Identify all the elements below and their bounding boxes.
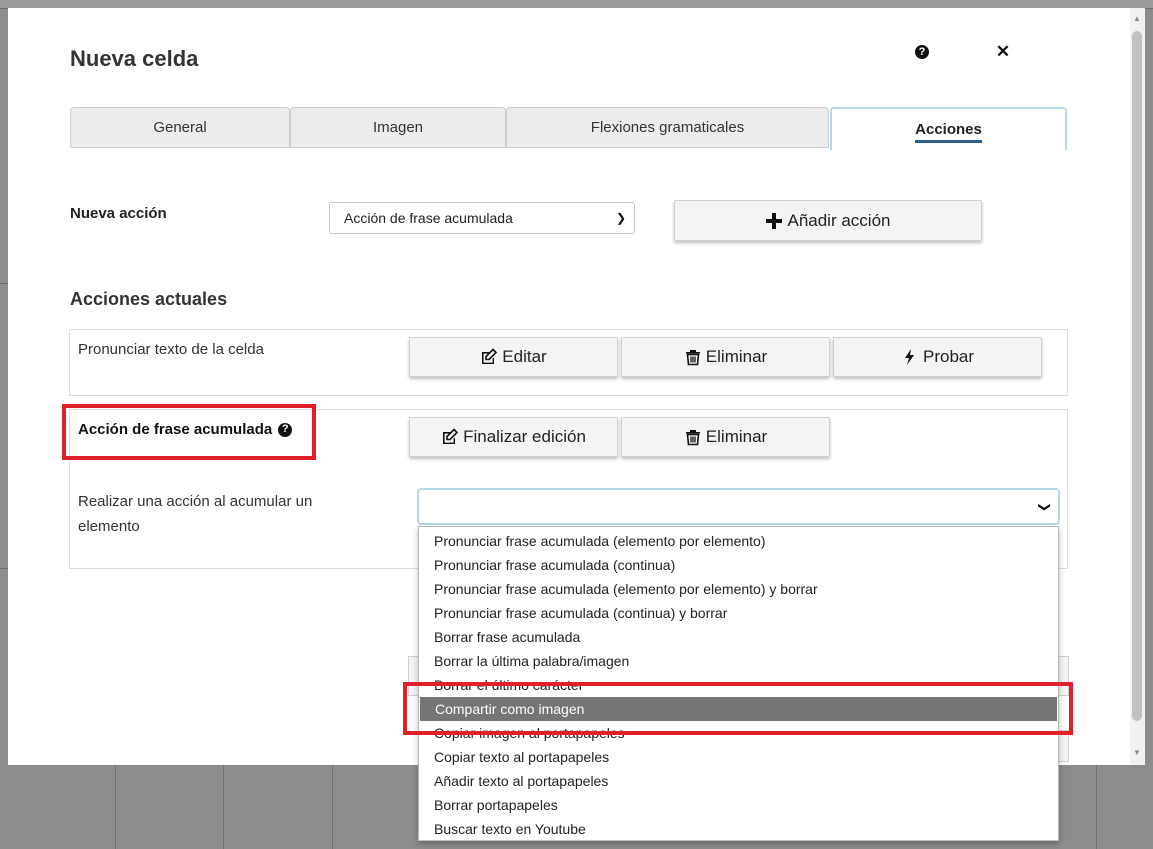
edit-icon <box>443 428 459 444</box>
background-grid-line <box>332 765 333 849</box>
tab-acciones[interactable]: Acciones <box>830 107 1067 150</box>
add-action-label: Añadir acción <box>787 210 891 230</box>
chevron-down-icon: ❯ <box>615 211 626 225</box>
action-name: Pronunciar texto de la celda <box>78 341 264 358</box>
new-action-select-value: Acción de frase acumulada <box>344 210 513 226</box>
dropdown-option[interactable]: Pronunciar frase acumulada (continua) <box>419 553 1058 577</box>
scrollbar-thumb[interactable] <box>1132 31 1142 721</box>
test-button[interactable]: Probar <box>833 337 1042 377</box>
new-action-select[interactable]: Acción de frase acumulada ❯ <box>329 202 635 234</box>
tab-label: Flexiones gramaticales <box>590 119 745 136</box>
close-button[interactable]: ✕ <box>992 41 1014 63</box>
trash-icon <box>685 430 700 446</box>
dropdown-option[interactable]: Buscar texto en Youtube <box>419 817 1058 841</box>
tab-flexiones-gramaticales[interactable]: Flexiones gramaticales <box>506 107 829 148</box>
tab-imagen[interactable]: Imagen <box>290 107 506 148</box>
finish-editing-button[interactable]: Finalizar edición <box>409 417 618 457</box>
plus-icon <box>766 212 783 229</box>
tab-label: Acciones <box>915 121 982 143</box>
finish-editing-label: Finalizar edición <box>463 427 586 446</box>
tab-label: General <box>153 119 207 136</box>
accumulate-action-select[interactable]: ❯ <box>417 488 1060 525</box>
dropdown-option[interactable]: Borrar portapapeles <box>419 793 1058 817</box>
close-icon: ✕ <box>995 42 1011 61</box>
highlight-box <box>403 682 1073 735</box>
background-grid-line <box>115 765 116 849</box>
delete-button[interactable]: Eliminar <box>621 417 830 457</box>
current-actions-title: Acciones actuales <box>70 289 228 309</box>
scroll-up-icon[interactable]: ▲ <box>1132 14 1142 24</box>
background-grid-line <box>0 568 8 569</box>
highlight-box <box>62 404 316 460</box>
bolt-icon <box>904 349 914 365</box>
dropdown-option[interactable]: Borrar frase acumulada <box>419 625 1058 649</box>
delete-label: Eliminar <box>705 427 768 446</box>
tab-bar: General Imagen Flexiones gramaticales Ac… <box>70 107 1067 150</box>
add-action-button[interactable]: Añadir acción <box>674 200 982 241</box>
edit-button[interactable]: Editar <box>409 337 618 377</box>
new-action-label: Nueva acción <box>70 205 167 222</box>
test-label: Probar <box>922 347 975 366</box>
dialog-title: Nueva celda <box>70 46 199 71</box>
delete-button[interactable]: Eliminar <box>621 337 830 377</box>
tab-general[interactable]: General <box>70 107 290 148</box>
scroll-down-icon[interactable]: ▼ <box>1132 748 1142 758</box>
dropdown-option[interactable]: Copiar texto al portapapeles <box>419 745 1058 769</box>
help-button[interactable]: ? <box>911 41 933 63</box>
background-grid-line <box>1096 765 1097 849</box>
trash-icon <box>685 350 700 366</box>
edit-label: Editar <box>502 347 547 366</box>
background-grid-line <box>0 283 8 284</box>
dropdown-option[interactable]: Añadir texto al portapapeles <box>419 769 1058 793</box>
dropdown-option[interactable]: Borrar la última palabra/imagen <box>419 649 1058 673</box>
delete-label: Eliminar <box>705 347 768 366</box>
edit-icon <box>482 348 498 364</box>
dropdown-option[interactable]: Pronunciar frase acumulada (continua) y … <box>419 601 1058 625</box>
dropdown-option[interactable]: Pronunciar frase acumulada (elemento por… <box>419 529 1058 553</box>
chevron-down-icon: ❯ <box>1037 501 1052 512</box>
question-circle-icon: ? <box>915 45 929 59</box>
accumulate-action-label: Realizar una acción al acumular un eleme… <box>78 493 313 535</box>
dropdown-option[interactable]: Pronunciar frase acumulada (elemento por… <box>419 577 1058 601</box>
background-grid-line <box>223 765 224 849</box>
tab-label: Imagen <box>372 119 424 136</box>
